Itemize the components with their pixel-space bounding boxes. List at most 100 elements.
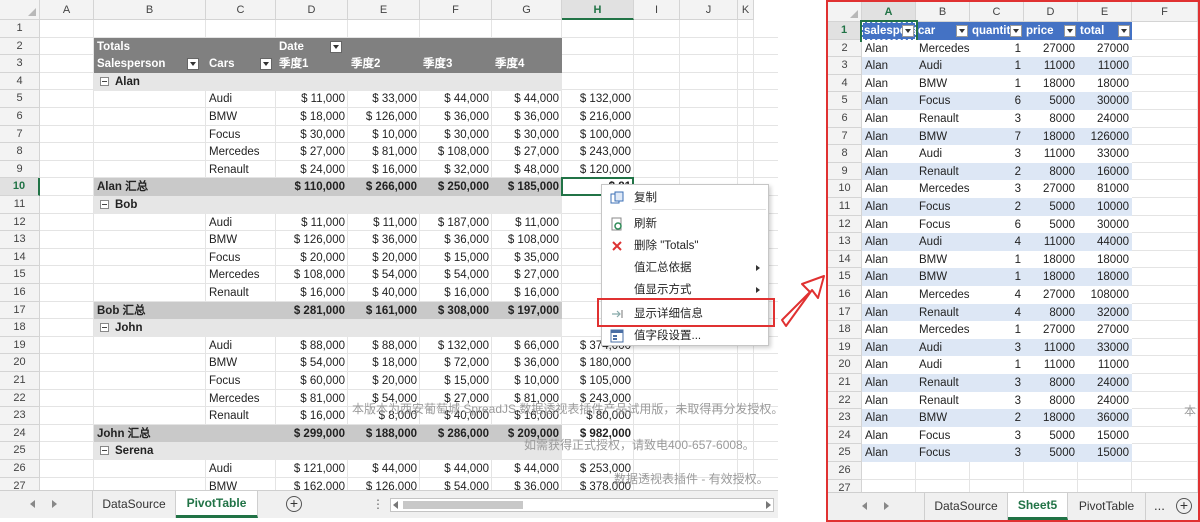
collapse-icon[interactable]: [100, 76, 109, 86]
row-header-26[interactable]: 26: [828, 462, 862, 480]
row-header-23[interactable]: 23: [0, 407, 40, 425]
menu-item-2[interactable]: 删除 "Totals": [602, 235, 768, 257]
row-header-15[interactable]: 15: [828, 268, 862, 286]
tab-prev-icon[interactable]: [862, 502, 867, 510]
add-sheet-icon[interactable]: +: [286, 496, 302, 512]
row-header-11[interactable]: 11: [0, 196, 40, 214]
column-header-H[interactable]: H: [562, 0, 634, 20]
tab-splitter-icon[interactable]: ⋮: [372, 497, 384, 511]
collapse-icon[interactable]: [100, 200, 109, 209]
row-header-8[interactable]: 8: [0, 143, 40, 161]
table-filter-dropdown-icon[interactable]: [956, 25, 968, 37]
row-header-22[interactable]: 22: [0, 389, 40, 408]
row-header-16[interactable]: 16: [0, 284, 40, 302]
row-header-17[interactable]: 17: [0, 301, 40, 320]
select-all-corner[interactable]: [0, 0, 40, 20]
column-header-D[interactable]: D: [1024, 2, 1078, 22]
row-header-12[interactable]: 12: [828, 215, 862, 234]
row-header-20[interactable]: 20: [0, 354, 40, 372]
row-header-4[interactable]: 4: [828, 74, 862, 93]
row-header-18[interactable]: 18: [828, 321, 862, 339]
column-header-E[interactable]: E: [348, 0, 420, 20]
menu-item-6[interactable]: 值字段设置...: [602, 325, 768, 347]
row-header-18[interactable]: 18: [0, 319, 40, 337]
row-header-21[interactable]: 21: [0, 372, 40, 390]
row-header-12[interactable]: 12: [0, 213, 40, 232]
row-header-3[interactable]: 3: [828, 57, 862, 75]
row-header-6[interactable]: 6: [0, 108, 40, 126]
collapse-icon[interactable]: [100, 323, 109, 333]
row-header-13[interactable]: 13: [0, 231, 40, 249]
column-header-C[interactable]: C: [206, 0, 276, 20]
row-header-19[interactable]: 19: [828, 338, 862, 357]
collapse-icon[interactable]: [100, 446, 109, 456]
tab-pivottable[interactable]: PivotTable: [176, 491, 258, 518]
row-header-2[interactable]: 2: [0, 37, 40, 56]
column-header-I[interactable]: I: [634, 0, 680, 20]
selected-cell[interactable]: [860, 20, 918, 42]
more-sheets-icon[interactable]: ...: [1154, 498, 1165, 513]
row-header-9[interactable]: 9: [828, 162, 862, 181]
row-header-25[interactable]: 25: [828, 444, 862, 462]
row-header-1[interactable]: 1: [0, 20, 40, 38]
row-header-24[interactable]: 24: [828, 426, 862, 445]
row-header-14[interactable]: 14: [828, 250, 862, 269]
table-filter-dropdown-icon[interactable]: [1010, 25, 1022, 37]
row-header-1[interactable]: 1: [828, 22, 862, 40]
scroll-thumb[interactable]: [403, 501, 523, 509]
menu-item-0[interactable]: 复制: [602, 187, 768, 209]
column-header-B[interactable]: B: [94, 0, 206, 20]
column-header-C[interactable]: C: [970, 2, 1024, 22]
menu-item-1[interactable]: 刷新: [602, 213, 768, 235]
row-header-7[interactable]: 7: [0, 125, 40, 144]
scroll-right-icon[interactable]: [766, 501, 771, 509]
row-header-26[interactable]: 26: [0, 460, 40, 478]
row-header-15[interactable]: 15: [0, 266, 40, 284]
row-header-10[interactable]: 10: [0, 178, 40, 196]
row-header-4[interactable]: 4: [0, 72, 40, 91]
row-header-2[interactable]: 2: [828, 39, 862, 58]
tab-next-icon[interactable]: [52, 500, 57, 508]
tab-next-icon[interactable]: [884, 502, 889, 510]
column-header-E[interactable]: E: [1078, 2, 1132, 22]
table-filter-dropdown-icon[interactable]: [1118, 25, 1130, 37]
row-header-7[interactable]: 7: [828, 127, 862, 146]
salesperson-filter-dropdown-icon[interactable]: [187, 58, 199, 71]
row-header-21[interactable]: 21: [828, 374, 862, 392]
row-header-19[interactable]: 19: [0, 336, 40, 355]
row-header-14[interactable]: 14: [0, 248, 40, 267]
row-header-20[interactable]: 20: [828, 356, 862, 374]
column-header-A[interactable]: A: [862, 2, 916, 22]
row-header-8[interactable]: 8: [828, 145, 862, 163]
row-header-13[interactable]: 13: [828, 233, 862, 251]
scroll-left-icon[interactable]: [393, 501, 398, 509]
horizontal-scrollbar[interactable]: [390, 498, 774, 512]
row-header-5[interactable]: 5: [828, 92, 862, 110]
tab-datasource[interactable]: DataSource: [92, 491, 176, 518]
date-filter-dropdown-icon[interactable]: [330, 40, 342, 53]
table-filter-dropdown-icon[interactable]: [1064, 25, 1076, 37]
row-header-5[interactable]: 5: [0, 90, 40, 108]
tab-datasource[interactable]: DataSource: [924, 493, 1008, 520]
row-header-3[interactable]: 3: [0, 55, 40, 73]
column-header-F[interactable]: F: [420, 0, 492, 20]
column-header-D[interactable]: D: [276, 0, 348, 20]
cars-filter-dropdown-icon[interactable]: [260, 58, 272, 71]
row-header-10[interactable]: 10: [828, 180, 862, 198]
row-header-16[interactable]: 16: [828, 286, 862, 304]
column-header-G[interactable]: G: [492, 0, 562, 20]
add-sheet-icon[interactable]: +: [1176, 498, 1192, 514]
row-header-24[interactable]: 24: [0, 424, 40, 443]
row-header-6[interactable]: 6: [828, 110, 862, 128]
menu-item-3[interactable]: 值汇总依据: [602, 257, 768, 279]
row-header-25[interactable]: 25: [0, 442, 40, 460]
select-all-corner[interactable]: [828, 2, 862, 22]
column-header-A[interactable]: A: [40, 0, 94, 20]
row-header-11[interactable]: 11: [828, 198, 862, 216]
column-header-K[interactable]: K: [738, 0, 754, 20]
column-header-B[interactable]: B: [916, 2, 970, 22]
tab-prev-icon[interactable]: [30, 500, 35, 508]
column-header-J[interactable]: J: [680, 0, 738, 20]
row-header-9[interactable]: 9: [0, 160, 40, 179]
tab-pivottable[interactable]: PivotTable: [1068, 493, 1146, 520]
